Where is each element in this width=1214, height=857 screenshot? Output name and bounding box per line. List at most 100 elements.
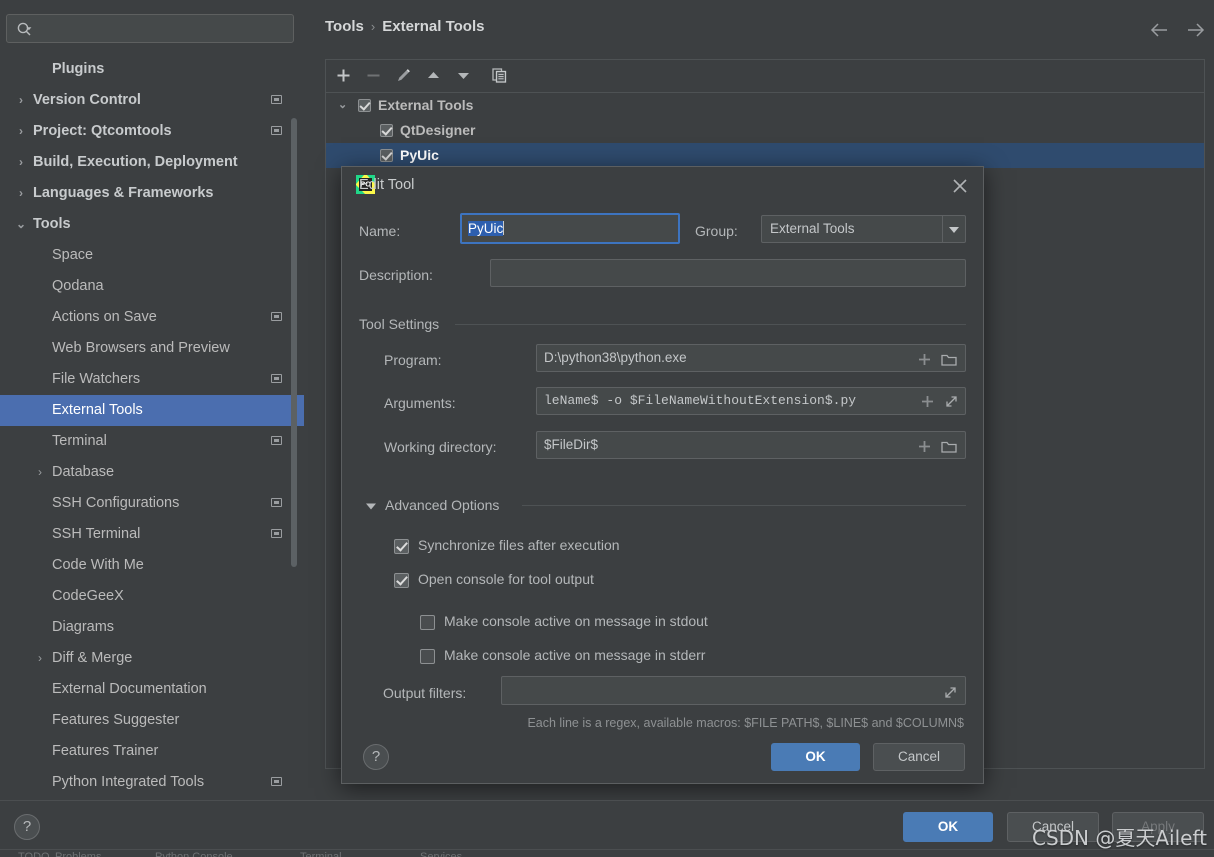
checkbox-synchronize-files-after-execution[interactable] [394,539,409,554]
tools-tree-row[interactable]: ⌄ External Tools [326,93,1204,118]
dialog-title: Edit Tool [359,177,415,193]
program-input[interactable]: D:\python38\python.exe [536,344,966,372]
settings-ok-button[interactable]: OK [903,812,993,842]
working-directory-label: Working directory: [384,439,497,455]
tools-tree-checkbox[interactable] [380,124,393,137]
chevron-right-icon[interactable]: › [14,85,28,116]
sidebar-item-external-tools[interactable]: External Tools [0,395,304,426]
tool-window-button[interactable]: Services [420,851,462,857]
move-down-icon[interactable] [450,60,477,92]
plus-icon[interactable] [920,393,935,414]
sidebar-item-tools[interactable]: ⌄ Tools [0,209,304,240]
sidebar-item-file-watchers[interactable]: File Watchers [0,364,304,395]
checkbox-row[interactable]: Make console active on message in stderr [420,647,705,664]
chevron-right-icon[interactable]: › [33,457,47,488]
output-filters-input[interactable] [501,676,966,705]
group-dropdown[interactable]: External Tools [761,215,966,243]
checkbox-label: Make console active on message in stdout [444,613,708,629]
close-icon[interactable] [949,175,971,197]
tools-tree-checkbox[interactable] [358,99,371,112]
checkbox-make-console-active-on-message-in-stderr[interactable] [420,649,435,664]
sidebar-item-features-trainer[interactable]: Features Trainer [0,736,304,767]
tools-tree-row[interactable]: QtDesigner [326,118,1204,143]
sidebar-item-python-integrated-tools[interactable]: Python Integrated Tools [0,767,304,798]
folder-icon[interactable] [941,350,958,371]
plus-icon[interactable] [917,350,932,371]
edit-pencil-icon[interactable] [390,60,417,92]
name-input[interactable]: PyUic [460,213,680,244]
tools-tree-checkbox[interactable] [380,149,393,162]
sidebar-item-code-with-me[interactable]: Code With Me [0,550,304,581]
search-box[interactable] [6,14,294,43]
folder-icon[interactable] [941,437,958,458]
sidebar-item-features-suggester[interactable]: Features Suggester [0,705,304,736]
sidebar-item-label: Actions on Save [52,309,157,325]
sidebar-item-codegeex[interactable]: CodeGeeX [0,581,304,612]
sidebar-item-actions-on-save[interactable]: Actions on Save [0,302,304,333]
expand-icon[interactable] [944,393,959,414]
expand-icon[interactable] [943,683,958,704]
sidebar-item-space[interactable]: Space [0,240,304,271]
sidebar-item-terminal[interactable]: Terminal [0,426,304,457]
tools-tree-row[interactable]: PyUic [326,143,1204,168]
help-button[interactable]: ? [363,744,389,770]
copy-icon[interactable] [486,60,513,92]
breadcrumb-root[interactable]: Tools [325,18,364,35]
dialog-cancel-button[interactable]: Cancel [873,743,965,771]
chevron-down-icon[interactable] [942,216,965,242]
project-scope-icon [271,374,282,383]
move-up-icon[interactable] [420,60,447,92]
sidebar-item-label: Version Control [33,92,141,108]
chevron-down-icon[interactable]: ⌄ [338,93,347,118]
chevron-down-icon[interactable]: ⌄ [14,209,28,240]
sidebar-item-version-control[interactable]: › Version Control [0,85,304,116]
sidebar-item-qodana[interactable]: Qodana [0,271,304,302]
sidebar-item-label: Code With Me [52,557,144,573]
chevron-right-icon[interactable]: › [14,147,28,178]
sidebar-scrollbar[interactable] [291,118,297,567]
add-icon[interactable] [330,60,357,92]
settings-category-tree[interactable]: Plugins › Version Control › Project: Qtcomto… [0,54,304,800]
checkbox-open-console-for-tool-output[interactable] [394,573,409,588]
search-input[interactable] [39,15,289,42]
sidebar-item-plugins[interactable]: Plugins [0,54,304,85]
settings-help-button[interactable]: ? [14,814,40,840]
sidebar-item-ssh-configurations[interactable]: SSH Configurations [0,488,304,519]
sidebar-item-languages-frameworks[interactable]: › Languages & Frameworks [0,178,304,209]
tool-window-button[interactable]: Terminal [300,851,342,857]
navigate-forward-button[interactable] [1182,18,1208,42]
dialog-ok-button[interactable]: OK [771,743,860,771]
sidebar-item-external-documentation[interactable]: External Documentation [0,674,304,705]
checkbox-row[interactable]: Open console for tool output [394,571,594,588]
sidebar-item-label: File Watchers [52,371,141,387]
sidebar-item-label: External Tools [52,402,143,418]
chevron-right-icon[interactable]: › [14,178,28,209]
working-directory-input[interactable]: $FileDir$ [536,431,966,459]
sidebar-item-label: Database [52,464,115,480]
sidebar-item-build-execution-deployment[interactable]: › Build, Execution, Deployment [0,147,304,178]
arguments-input[interactable]: leName$ -o $FileNameWithoutExtension$.py [536,387,966,415]
description-input[interactable] [490,259,966,287]
checkbox-make-console-active-on-message-in-stdout[interactable] [420,615,435,630]
checkbox-row[interactable]: Make console active on message in stdout [420,613,708,630]
navigate-back-button[interactable] [1147,18,1173,42]
checkbox-row[interactable]: Synchronize files after execution [394,537,620,554]
tool-window-button[interactable]: Python Console [155,851,233,857]
tools-tree-label: External Tools [378,97,474,113]
chevron-right-icon[interactable]: › [14,116,28,147]
sidebar-item-web-browsers-and-preview[interactable]: Web Browsers and Preview [0,333,304,364]
plus-icon[interactable] [917,437,932,458]
external-tools-tree[interactable]: ⌄ External Tools QtDesigner PyUic [326,93,1204,168]
tool-window-button[interactable]: Problems [55,851,101,857]
tool-window-button[interactable]: TODO [18,851,50,857]
sidebar-item-diagrams[interactable]: Diagrams [0,612,304,643]
chevron-down-icon[interactable] [365,499,377,511]
sidebar-item-diff-merge[interactable]: › Diff & Merge [0,643,304,674]
chevron-right-icon[interactable]: › [33,643,47,674]
breadcrumb-separator: › [370,19,376,34]
sidebar-item-database[interactable]: › Database [0,457,304,488]
search-icon [16,21,34,39]
sidebar-item-label: Build, Execution, Deployment [33,154,238,170]
sidebar-item-ssh-terminal[interactable]: SSH Terminal [0,519,304,550]
sidebar-item-project-qtcomtools[interactable]: › Project: Qtcomtools [0,116,304,147]
